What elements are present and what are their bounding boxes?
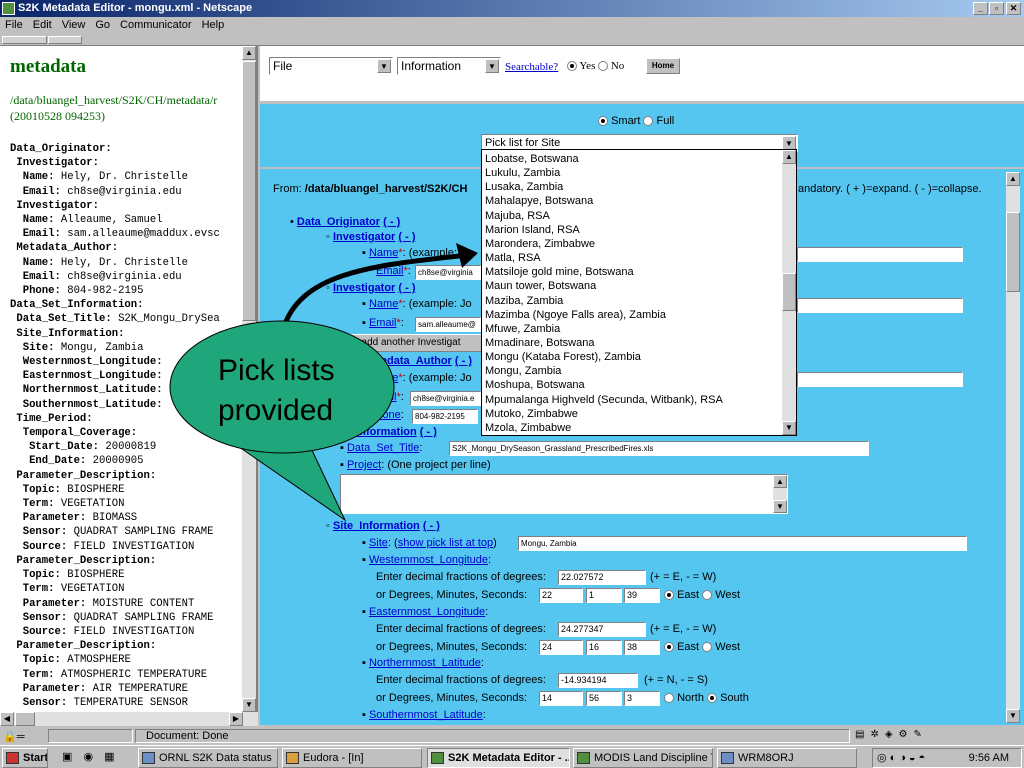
system-tray: ◎◐◑◒◓ 9:56 AM	[872, 748, 1022, 768]
task-label: Eudora - [In]	[303, 752, 364, 764]
annotation-overlay: Pick lists provided	[169, 243, 478, 522]
start-label: Start	[23, 752, 48, 764]
task-label: MODIS Land Discipline Te...	[594, 752, 712, 764]
security-icon[interactable]: 🔒═	[3, 730, 43, 743]
status-text: Document: Done	[135, 729, 850, 743]
clock: 9:56 AM	[968, 752, 1009, 764]
netscape-icon	[431, 752, 444, 764]
task-modis[interactable]: MODIS Land Discipline Te...	[573, 748, 713, 768]
task-s2k-editor[interactable]: S2K Metadata Editor - ...	[427, 748, 570, 768]
status-bar: 🔒═ Document: Done ▤✲◈⚙✎	[0, 728, 1024, 745]
component-bar-icons[interactable]: ▤✲◈⚙✎	[855, 729, 1020, 743]
windows-taskbar: Start ▣ ◉ ▦ ORNL S2K Data status Eudora …	[0, 745, 1024, 768]
windows-logo-icon	[6, 752, 19, 764]
task-wrm[interactable]: WRM8ORJ	[717, 748, 857, 768]
pointer-arrow-curve	[280, 252, 469, 331]
callout-bubble	[169, 320, 395, 454]
start-button[interactable]: Start	[2, 748, 48, 768]
task-eudora[interactable]: Eudora - [In]	[282, 748, 422, 768]
tray-icons[interactable]: ◎◐◑◒◓	[877, 752, 928, 764]
task-label: S2K Metadata Editor - ...	[448, 752, 570, 764]
callout-text-1: Pick lists	[218, 354, 335, 387]
quick-launch[interactable]: ▣ ◉ ▦	[62, 748, 124, 768]
progress-well	[48, 729, 133, 743]
task-label: ORNL S2K Data status	[159, 752, 272, 764]
task-ornl[interactable]: ORNL S2K Data status	[138, 748, 278, 768]
eudora-icon	[286, 752, 299, 764]
arrow-head-icon	[456, 243, 478, 268]
window-icon	[142, 752, 155, 764]
netscape-icon	[577, 752, 590, 764]
task-label: WRM8ORJ	[738, 752, 794, 764]
callout-text-2: provided	[218, 394, 333, 427]
window-icon	[721, 752, 734, 764]
